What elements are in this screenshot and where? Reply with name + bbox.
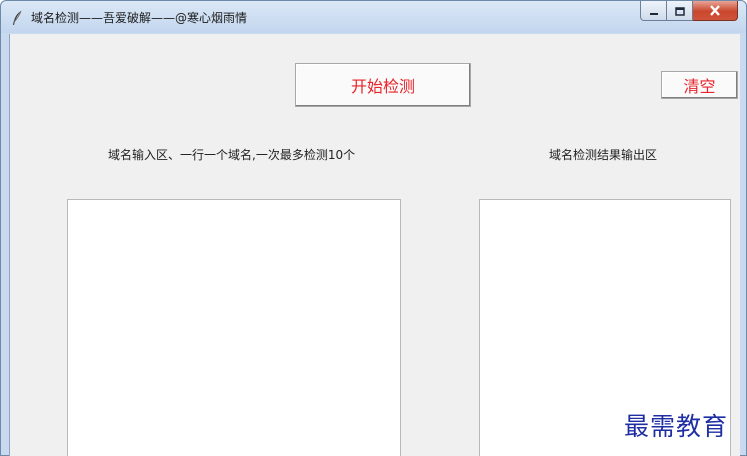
close-icon xyxy=(709,1,721,20)
output-area-label: 域名检测结果输出区 xyxy=(549,148,658,162)
clear-button[interactable]: 清空 xyxy=(661,71,738,99)
title-bar[interactable]: 域名检测——吾爱破解——@寒心烟雨情 xyxy=(1,1,746,33)
feather-icon xyxy=(11,10,23,26)
app-window: 域名检测——吾爱破解——@寒心烟雨情 开始检测 清空 域名输入区、一行一个域名, xyxy=(0,0,747,456)
minimize-button[interactable] xyxy=(640,1,667,21)
close-button[interactable] xyxy=(693,1,738,21)
client-area: 开始检测 清空 域名输入区、一行一个域名,一次最多检测10个 域名检测结果输出区 xyxy=(9,34,740,456)
maximize-icon xyxy=(674,1,685,20)
watermark-text: 最需教育 xyxy=(624,412,729,441)
domain-input-textarea[interactable] xyxy=(67,199,401,456)
minimize-icon xyxy=(649,1,659,20)
maximize-button[interactable] xyxy=(667,1,693,21)
window-title: 域名检测——吾爱破解——@寒心烟雨情 xyxy=(31,11,248,25)
input-area-label: 域名输入区、一行一个域名,一次最多检测10个 xyxy=(108,148,356,162)
start-check-button[interactable]: 开始检测 xyxy=(295,63,471,107)
window-controls xyxy=(640,1,738,23)
